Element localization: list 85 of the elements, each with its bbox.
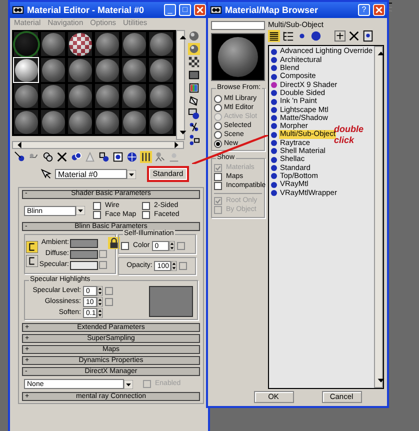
dropdown-arrow-icon[interactable] [127, 170, 136, 178]
spinner-icon[interactable] [97, 286, 103, 296]
sample-slot[interactable] [148, 109, 174, 135]
name-field[interactable] [211, 21, 265, 30]
bracket-icon[interactable] [26, 241, 38, 254]
sample-slot[interactable] [13, 83, 39, 109]
columns-icon[interactable] [140, 151, 152, 163]
sample-slot[interactable] [121, 83, 147, 109]
sample-slot[interactable] [148, 31, 174, 57]
dropdown-arrow-icon[interactable] [124, 380, 133, 389]
sample-slot[interactable] [148, 83, 174, 109]
sample-slot[interactable] [121, 109, 147, 135]
spinner-icon[interactable] [168, 240, 175, 251]
checkbox[interactable] [142, 211, 150, 220]
radio-button[interactable] [214, 131, 222, 140]
checkbox[interactable] [93, 202, 101, 210]
radio-button[interactable] [214, 140, 222, 148]
app-icon [12, 4, 24, 16]
annotation-text: double click [334, 124, 364, 146]
sample-slot[interactable] [67, 31, 93, 57]
close-icon[interactable] [194, 4, 206, 16]
checkbox[interactable] [214, 182, 222, 190]
help-button[interactable]: ? [358, 4, 370, 16]
sample-slot[interactable] [40, 83, 66, 109]
sample-slot[interactable] [67, 83, 93, 109]
checkbox[interactable] [93, 211, 101, 220]
sample-slot[interactable] [148, 57, 174, 83]
checkbox[interactable] [142, 202, 150, 210]
tree-view-icon[interactable] [282, 30, 294, 42]
color-swatch[interactable] [70, 238, 98, 248]
color-swatch[interactable] [70, 260, 98, 270]
sample-slot[interactable] [94, 31, 120, 57]
sample-slot[interactable] [67, 109, 93, 135]
delete-icon[interactable] [348, 30, 360, 42]
checkbox[interactable] [121, 242, 129, 250]
material-name-field[interactable]: Material #0 [55, 169, 127, 179]
channel-icon[interactable] [112, 151, 124, 163]
clear-icon[interactable] [362, 30, 374, 42]
nodes-icon[interactable] [188, 121, 200, 133]
sample-slot[interactable] [13, 109, 39, 135]
sample-slot[interactable] [40, 57, 66, 83]
preview-sphere [218, 37, 258, 77]
bracket-icon[interactable] [26, 255, 38, 268]
pick-sphere-icon[interactable] [14, 151, 26, 163]
minimize-button[interactable]: _ [164, 4, 176, 16]
large-sphere-icon[interactable] [310, 30, 322, 42]
window-title: Material Editor - Material #0 [27, 4, 146, 16]
dropdown-arrow-icon[interactable] [76, 206, 85, 216]
window-title: Material/Map Browser [225, 4, 320, 16]
radio-button[interactable] [214, 104, 222, 112]
hierarchy-icon[interactable] [188, 134, 200, 146]
checker-icon[interactable] [188, 56, 200, 68]
backlight-sphere-icon[interactable] [188, 43, 200, 55]
square-icon[interactable] [188, 69, 200, 81]
radio-button[interactable] [214, 95, 222, 104]
radio-button[interactable] [214, 122, 222, 130]
copy-spheres-icon[interactable] [70, 151, 82, 163]
color-bars-icon[interactable] [188, 82, 200, 94]
app-icon [210, 4, 222, 16]
sphere-on-card-icon[interactable] [188, 108, 200, 120]
sample-slot[interactable] [67, 57, 93, 83]
sample-slot[interactable] [94, 109, 120, 135]
sample-slot[interactable] [94, 57, 120, 83]
spheres-icon[interactable] [42, 151, 54, 163]
cube-icon[interactable] [188, 95, 200, 107]
sample-slot[interactable] [121, 57, 147, 83]
lock-icon[interactable] [108, 237, 120, 250]
sample-slot[interactable] [40, 31, 66, 57]
color-swatch[interactable] [70, 250, 98, 259]
highlight-curve-preview [149, 286, 193, 318]
list-view-icon[interactable] [268, 30, 280, 42]
spinner-icon[interactable] [97, 296, 103, 307]
close-icon[interactable] [373, 4, 385, 16]
spinner-icon[interactable] [97, 308, 103, 318]
sample-slot[interactable] [40, 109, 66, 135]
material-id-icon[interactable] [98, 151, 110, 163]
globe-icon[interactable] [126, 151, 138, 163]
checkbox[interactable] [214, 173, 222, 182]
delete-icon[interactable] [56, 151, 68, 163]
sample-slot[interactable] [94, 83, 120, 109]
sample-slot[interactable] [121, 31, 147, 57]
spinner-icon[interactable] [171, 261, 178, 272]
maximize-button[interactable]: □ [179, 4, 191, 16]
sphere-icon[interactable] [188, 30, 200, 42]
update-icon[interactable] [334, 30, 346, 42]
